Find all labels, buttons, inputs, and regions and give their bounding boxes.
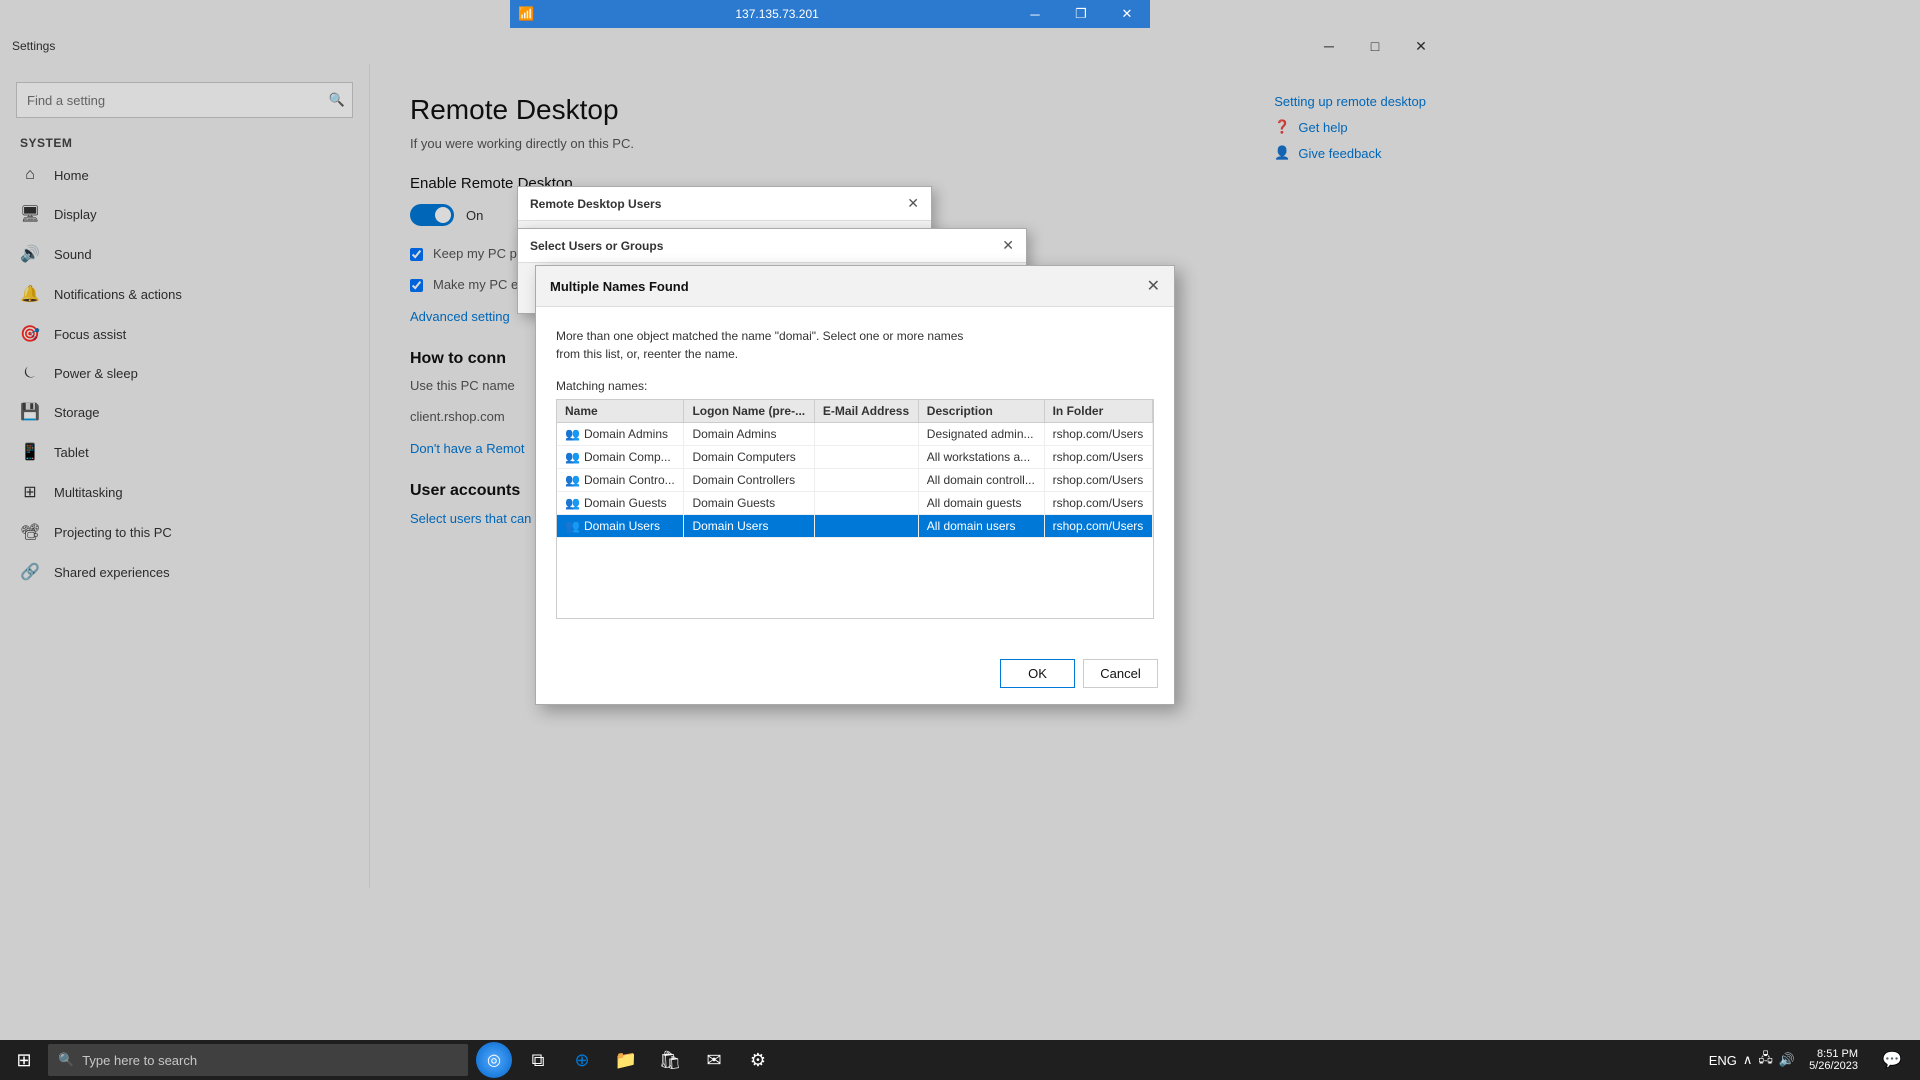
file-explorer-button[interactable]: 📁 bbox=[604, 1040, 648, 1080]
network-icon[interactable]: 🖧 bbox=[1758, 1049, 1773, 1071]
rdu-title: Remote Desktop Users bbox=[530, 197, 661, 211]
cell-logon: Domain Computers bbox=[684, 446, 814, 469]
clock[interactable]: 8:51 PM 5/26/2023 bbox=[1799, 1048, 1868, 1072]
mail-button[interactable]: ✉ bbox=[692, 1040, 736, 1080]
taskbar-search-box[interactable]: 🔍 bbox=[48, 1044, 468, 1076]
cell-desc: Designated admin... bbox=[918, 423, 1044, 446]
cell-folder: rshop.com/Users bbox=[1044, 492, 1152, 515]
cell-name: 👥Domain Guests bbox=[557, 492, 684, 515]
store-button[interactable]: 🛍 bbox=[648, 1040, 692, 1080]
rdu-title-bar: Remote Desktop Users ✕ bbox=[518, 187, 931, 221]
settings-button[interactable]: ⚙ bbox=[736, 1040, 780, 1080]
taskbar-right: ENG ∧ 🖧 🔊 8:51 PM 5/26/2023 💬 bbox=[1709, 1040, 1920, 1080]
rdp-toolbar: 📶 137.135.73.201 ─ ❐ ✕ bbox=[510, 0, 1150, 28]
mnf-table: Name Logon Name (pre-... E-Mail Address … bbox=[557, 400, 1153, 538]
taskbar-apps: ◎ ⧉ ⊕ 📁 🛍 ✉ ⚙ bbox=[472, 1040, 780, 1080]
cell-email bbox=[814, 446, 918, 469]
cortana-icon[interactable]: ◎ bbox=[476, 1042, 512, 1078]
language-icon[interactable]: ENG bbox=[1709, 1053, 1737, 1068]
col-desc: Description bbox=[918, 400, 1044, 423]
cell-name: 👥Domain Contro... bbox=[557, 469, 684, 492]
rdp-icon: 📶 bbox=[510, 6, 542, 22]
rdp-restore-button[interactable]: ❐ bbox=[1058, 0, 1104, 28]
taskbar-search-input[interactable] bbox=[82, 1053, 458, 1068]
cell-desc: All domain users bbox=[918, 515, 1044, 538]
cell-folder: rshop.com/Users bbox=[1044, 469, 1152, 492]
chevron-up-icon[interactable]: ∧ bbox=[1743, 1052, 1753, 1068]
table-row[interactable]: 👥Domain Contro... Domain Controllers All… bbox=[557, 469, 1153, 492]
cell-desc: All workstations a... bbox=[918, 446, 1044, 469]
rdu-close-button[interactable]: ✕ bbox=[907, 195, 919, 212]
cell-folder: rshop.com/Users bbox=[1044, 423, 1152, 446]
col-name: Name bbox=[557, 400, 684, 423]
cell-name: 👥Domain Admins bbox=[557, 423, 684, 446]
cell-folder: rshop.com/Users bbox=[1044, 515, 1152, 538]
cell-desc: All domain guests bbox=[918, 492, 1044, 515]
cell-email bbox=[814, 469, 918, 492]
mnf-matching-label: Matching names: bbox=[556, 379, 1154, 393]
notification-center-button[interactable]: 💬 bbox=[1872, 1040, 1912, 1080]
mnf-table-wrap: Name Logon Name (pre-... E-Mail Address … bbox=[556, 399, 1154, 619]
edge-button[interactable]: ⊕ bbox=[560, 1040, 604, 1080]
rdp-close-button[interactable]: ✕ bbox=[1104, 0, 1150, 28]
mnf-ok-button[interactable]: OK bbox=[1000, 659, 1075, 688]
table-row[interactable]: 👥Domain Comp... Domain Computers All wor… bbox=[557, 446, 1153, 469]
task-view-button[interactable]: ⧉ bbox=[516, 1040, 560, 1080]
mnf-footer: OK Cancel bbox=[536, 659, 1174, 704]
table-header-row: Name Logon Name (pre-... E-Mail Address … bbox=[557, 400, 1153, 423]
mnf-cancel-button[interactable]: Cancel bbox=[1083, 659, 1158, 688]
taskbar-search-icon: 🔍 bbox=[58, 1052, 74, 1068]
cell-logon: Domain Controllers bbox=[684, 469, 814, 492]
start-button[interactable]: ⊞ bbox=[0, 1040, 48, 1080]
taskbar: ⊞ 🔍 ◎ ⧉ ⊕ 📁 🛍 ✉ ⚙ ENG ∧ 🖧 🔊 8:51 PM 5/26… bbox=[0, 1040, 1920, 1080]
cell-email bbox=[814, 515, 918, 538]
table-row[interactable]: 👥Domain Guests Domain Guests All domain … bbox=[557, 492, 1153, 515]
time-display: 8:51 PM bbox=[1809, 1048, 1858, 1060]
cell-email bbox=[814, 492, 918, 515]
col-folder: In Folder bbox=[1044, 400, 1152, 423]
cell-folder: rshop.com/Users bbox=[1044, 446, 1152, 469]
col-email: E-Mail Address bbox=[814, 400, 918, 423]
cell-email bbox=[814, 423, 918, 446]
cell-logon: Domain Users bbox=[684, 515, 814, 538]
cell-logon: Domain Guests bbox=[684, 492, 814, 515]
su-title-bar: Select Users or Groups ✕ bbox=[518, 229, 1026, 263]
multiple-names-found-dialog: Multiple Names Found ✕ More than one obj… bbox=[535, 265, 1175, 705]
volume-icon[interactable]: 🔊 bbox=[1779, 1052, 1795, 1068]
rdp-controls: ─ ❐ ✕ bbox=[1012, 0, 1150, 28]
mnf-close-button[interactable]: ✕ bbox=[1147, 276, 1160, 296]
col-logon: Logon Name (pre-... bbox=[684, 400, 814, 423]
su-title: Select Users or Groups bbox=[530, 239, 663, 253]
mnf-title: Multiple Names Found bbox=[550, 279, 689, 294]
mnf-body: More than one object matched the name "d… bbox=[536, 307, 1174, 659]
cell-logon: Domain Admins bbox=[684, 423, 814, 446]
date-display: 5/26/2023 bbox=[1809, 1060, 1858, 1072]
mnf-description: More than one object matched the name "d… bbox=[556, 327, 1154, 363]
table-row[interactable]: 👥Domain Users Domain Users All domain us… bbox=[557, 515, 1153, 538]
cell-name: 👥Domain Users bbox=[557, 515, 684, 538]
mnf-title-bar: Multiple Names Found ✕ bbox=[536, 266, 1174, 307]
table-row[interactable]: 👥Domain Admins Domain Admins Designated … bbox=[557, 423, 1153, 446]
cell-name: 👥Domain Comp... bbox=[557, 446, 684, 469]
cell-desc: All domain controll... bbox=[918, 469, 1044, 492]
su-close-button[interactable]: ✕ bbox=[1002, 237, 1014, 254]
rdp-ip: 137.135.73.201 bbox=[542, 7, 1012, 21]
rdp-minimize-button[interactable]: ─ bbox=[1012, 0, 1058, 28]
taskbar-system-icons: ENG ∧ 🖧 🔊 bbox=[1709, 1049, 1795, 1071]
